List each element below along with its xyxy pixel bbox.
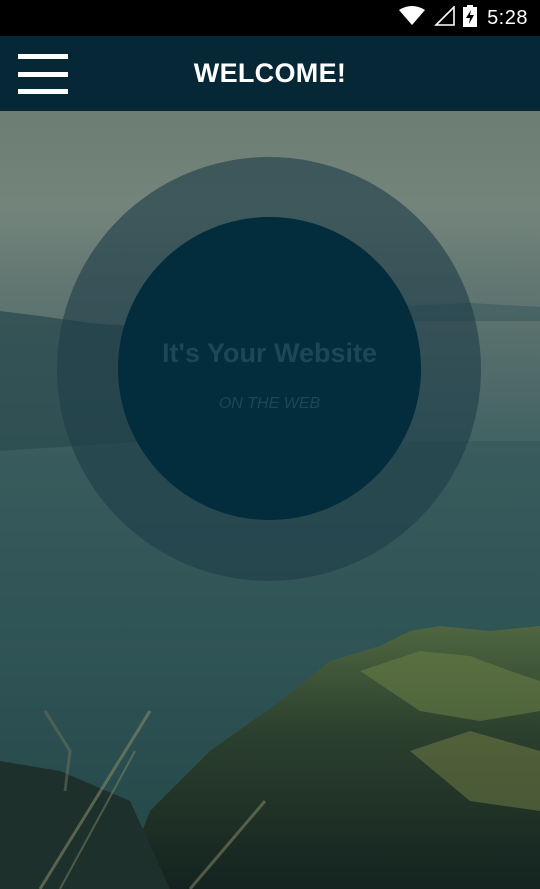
app-bar: WELCOME! — [0, 36, 540, 111]
wifi-icon — [399, 5, 426, 31]
battery-charging-icon — [463, 4, 478, 32]
signal-icon — [433, 4, 455, 31]
menu-bar-line — [18, 89, 68, 94]
status-time: 5:28 — [487, 6, 528, 29]
hero-subtitle: ON THE WEB — [218, 395, 321, 412]
menu-bar-line — [18, 54, 68, 59]
hamburger-menu-icon[interactable] — [18, 54, 70, 94]
app-screen: 5:28 WELCOME! It's Your Website ON THE W… — [0, 0, 540, 889]
menu-bar-line — [18, 71, 68, 77]
status-bar: 5:28 — [0, 0, 540, 36]
page-title: WELCOME! — [193, 58, 347, 88]
hero-title: It's Your Website — [162, 338, 377, 368]
